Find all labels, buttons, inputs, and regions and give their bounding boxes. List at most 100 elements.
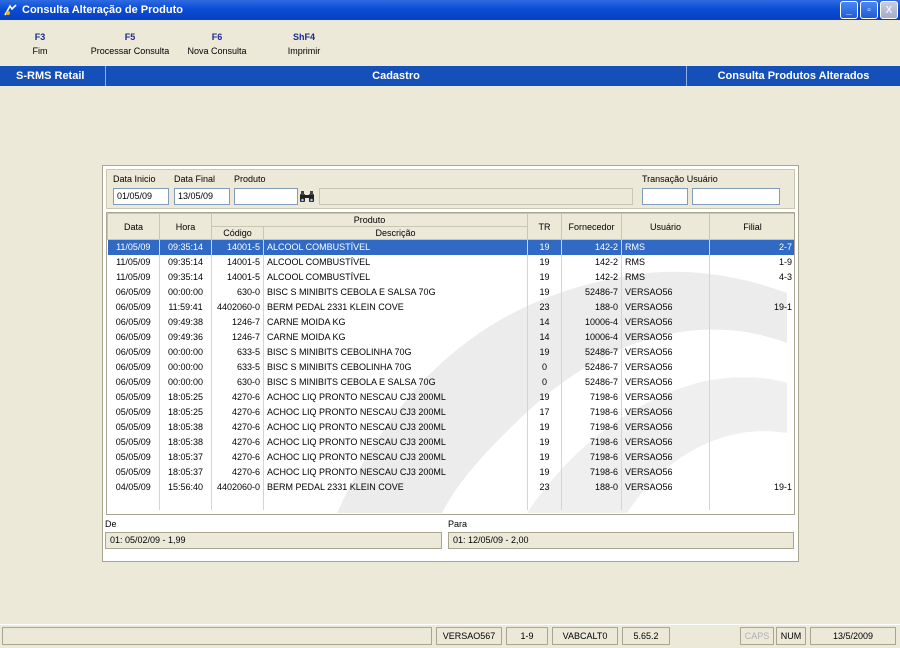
cell-hora: 09:35:14 [159, 254, 212, 270]
cell-data: 06/05/09 [107, 359, 160, 375]
transacao-field[interactable] [642, 188, 688, 205]
table-row[interactable]: 11/05/09 09:35:14 14001-5 ALCOOL COMBUSTÍVE… [107, 239, 794, 255]
empty-cell [107, 494, 160, 510]
empty-cell [211, 494, 264, 510]
fkey-nova-consulta[interactable]: F6 Nova Consulta [182, 32, 252, 56]
cell-usuario: VERSAO56 [621, 374, 710, 390]
empty-row [107, 494, 794, 510]
fkey-desc: Processar Consulta [90, 46, 170, 56]
col-header-filial[interactable]: Filial [709, 213, 794, 240]
cell-filial [709, 329, 794, 345]
fkey-label: ShF4 [292, 32, 315, 42]
fkey-desc: Nova Consulta [187, 46, 247, 56]
cell-fornecedor: 188-0 [561, 299, 622, 315]
cell-usuario: VERSAO56 [621, 329, 710, 345]
table-row[interactable]: 11/05/09 09:35:14 14001-5 ALCOOL COMBUSTÍVE… [107, 254, 794, 270]
cell-tr: 14 [527, 329, 562, 345]
produto-field[interactable] [234, 188, 298, 205]
table-row[interactable]: 06/05/09 00:00:00 630-0 BISC S MINIBITS CEB… [107, 284, 794, 300]
table-row[interactable]: 05/05/09 18:05:25 4270-6 ACHOC LIQ PRONTO N… [107, 404, 794, 420]
usuario-field[interactable] [692, 188, 780, 205]
table-row[interactable]: 06/05/09 00:00:00 633-5 BISC S MINIBITS CEB… [107, 359, 794, 375]
table-row[interactable]: 05/05/09 18:05:25 4270-6 ACHOC LIQ PRONTO N… [107, 389, 794, 405]
cell-fornecedor: 52486-7 [561, 359, 622, 375]
cell-data: 05/05/09 [107, 464, 160, 480]
table-row[interactable]: 04/05/09 15:56:40 4402060-0 BERM PEDAL 2331… [107, 479, 794, 495]
data-final-field[interactable]: 13/05/09 [174, 188, 230, 205]
maximize-button[interactable]: ▫ [860, 1, 878, 19]
col-header-data[interactable]: Data [107, 213, 160, 240]
table-row[interactable]: 05/05/09 18:05:38 4270-6 ACHOC LIQ PRONTO N… [107, 434, 794, 450]
minimize-button[interactable]: _ [840, 1, 858, 19]
table-row[interactable]: 06/05/09 09:49:38 1246-7 CARNE MOIDA KG 14 10… [107, 314, 794, 330]
cell-codigo: 1246-7 [211, 314, 264, 330]
cell-hora: 09:35:14 [159, 239, 212, 255]
fkey-desc: Imprimir [287, 46, 321, 56]
table-row[interactable]: 05/05/09 18:05:38 4270-6 ACHOC LIQ PRONTO N… [107, 419, 794, 435]
cell-usuario: VERSAO56 [621, 404, 710, 420]
cell-data: 06/05/09 [107, 329, 160, 345]
cell-data: 05/05/09 [107, 389, 160, 405]
status-program: VABCALT0 [552, 627, 618, 645]
fkey-fim[interactable]: F3 Fim [25, 32, 55, 56]
cell-filial [709, 419, 794, 435]
header-bar: S-RMS Retail Cadastro Consulta Produtos … [0, 66, 900, 86]
col-header-descricao[interactable]: Descrição [263, 226, 528, 240]
de-label: De [105, 519, 117, 529]
cell-descricao: BISC S MINIBITS CEBOLINHA 70G [263, 344, 528, 360]
cell-tr: 23 [527, 299, 562, 315]
fkey-processar-consulta[interactable]: F5 Processar Consulta [86, 32, 174, 56]
cell-filial: 1-9 [709, 254, 794, 270]
table-row[interactable]: 06/05/09 00:00:00 630-0 BISC S MINIBITS CEB… [107, 374, 794, 390]
col-header-hora[interactable]: Hora [159, 213, 212, 240]
status-caps: CAPS [740, 627, 774, 645]
cell-data: 04/05/09 [107, 479, 160, 495]
data-inicio-field[interactable]: 01/05/09 [113, 188, 169, 205]
table-row[interactable]: 06/05/09 09:49:36 1246-7 CARNE MOIDA KG 14 10… [107, 329, 794, 345]
function-key-bar: F3 Fim F5 Processar Consulta F6 Nova Con… [0, 20, 900, 66]
cell-filial [709, 374, 794, 390]
status-filial: 1-9 [506, 627, 548, 645]
col-header-tr[interactable]: TR [527, 213, 562, 240]
cell-usuario: VERSAO56 [621, 299, 710, 315]
close-button[interactable]: X [880, 1, 898, 19]
cell-descricao: CARNE MOIDA KG [263, 314, 528, 330]
col-header-usuario[interactable]: Usuário [621, 213, 710, 240]
col-header-codigo[interactable]: Código [211, 226, 264, 240]
cell-data: 06/05/09 [107, 284, 160, 300]
fkey-imprimir[interactable]: ShF4 Imprimir [282, 32, 326, 56]
empty-cell [159, 494, 212, 510]
results-grid[interactable]: Data Hora Produto TR Fornecedor Usuário … [106, 212, 795, 515]
cell-filial [709, 464, 794, 480]
cell-codigo: 4270-6 [211, 449, 264, 465]
produto-descricao-field [319, 188, 633, 205]
cell-fornecedor: 52486-7 [561, 284, 622, 300]
cell-descricao: ACHOC LIQ PRONTO NESCAU CJ3 200ML [263, 389, 528, 405]
empty-cell [621, 494, 710, 510]
cell-descricao: ACHOC LIQ PRONTO NESCAU CJ3 200ML [263, 404, 528, 420]
cell-codigo: 14001-5 [211, 239, 264, 255]
cell-descricao: ACHOC LIQ PRONTO NESCAU CJ3 200ML [263, 464, 528, 480]
cell-fornecedor: 7198-6 [561, 419, 622, 435]
cell-tr: 19 [527, 239, 562, 255]
results-table: Data Hora Produto TR Fornecedor Usuário … [107, 213, 794, 510]
table-row[interactable]: 06/05/09 00:00:00 633-5 BISC S MINIBITS CEB… [107, 344, 794, 360]
cell-usuario: VERSAO56 [621, 314, 710, 330]
table-row[interactable]: 05/05/09 18:05:37 4270-6 ACHOC LIQ PRONTO N… [107, 449, 794, 465]
cell-usuario: VERSAO56 [621, 434, 710, 450]
table-row[interactable]: 11/05/09 09:35:14 14001-5 ALCOOL COMBUSTÍVE… [107, 269, 794, 285]
binoculars-icon[interactable] [299, 189, 315, 204]
table-row[interactable]: 06/05/09 11:59:41 4402060-0 BERM PEDAL 2331… [107, 299, 794, 315]
status-date: 13/5/2009 [810, 627, 896, 645]
cell-usuario: VERSAO56 [621, 389, 710, 405]
cell-data: 06/05/09 [107, 344, 160, 360]
cell-fornecedor: 10006-4 [561, 329, 622, 345]
col-header-produto: Produto [211, 213, 528, 227]
para-label: Para [448, 519, 468, 529]
cell-data: 06/05/09 [107, 314, 160, 330]
cell-fornecedor: 7198-6 [561, 434, 622, 450]
col-header-fornecedor[interactable]: Fornecedor [561, 213, 622, 240]
cell-data: 05/05/09 [107, 419, 160, 435]
cell-codigo: 14001-5 [211, 269, 264, 285]
table-row[interactable]: 05/05/09 18:05:37 4270-6 ACHOC LIQ PRONTO N… [107, 464, 794, 480]
